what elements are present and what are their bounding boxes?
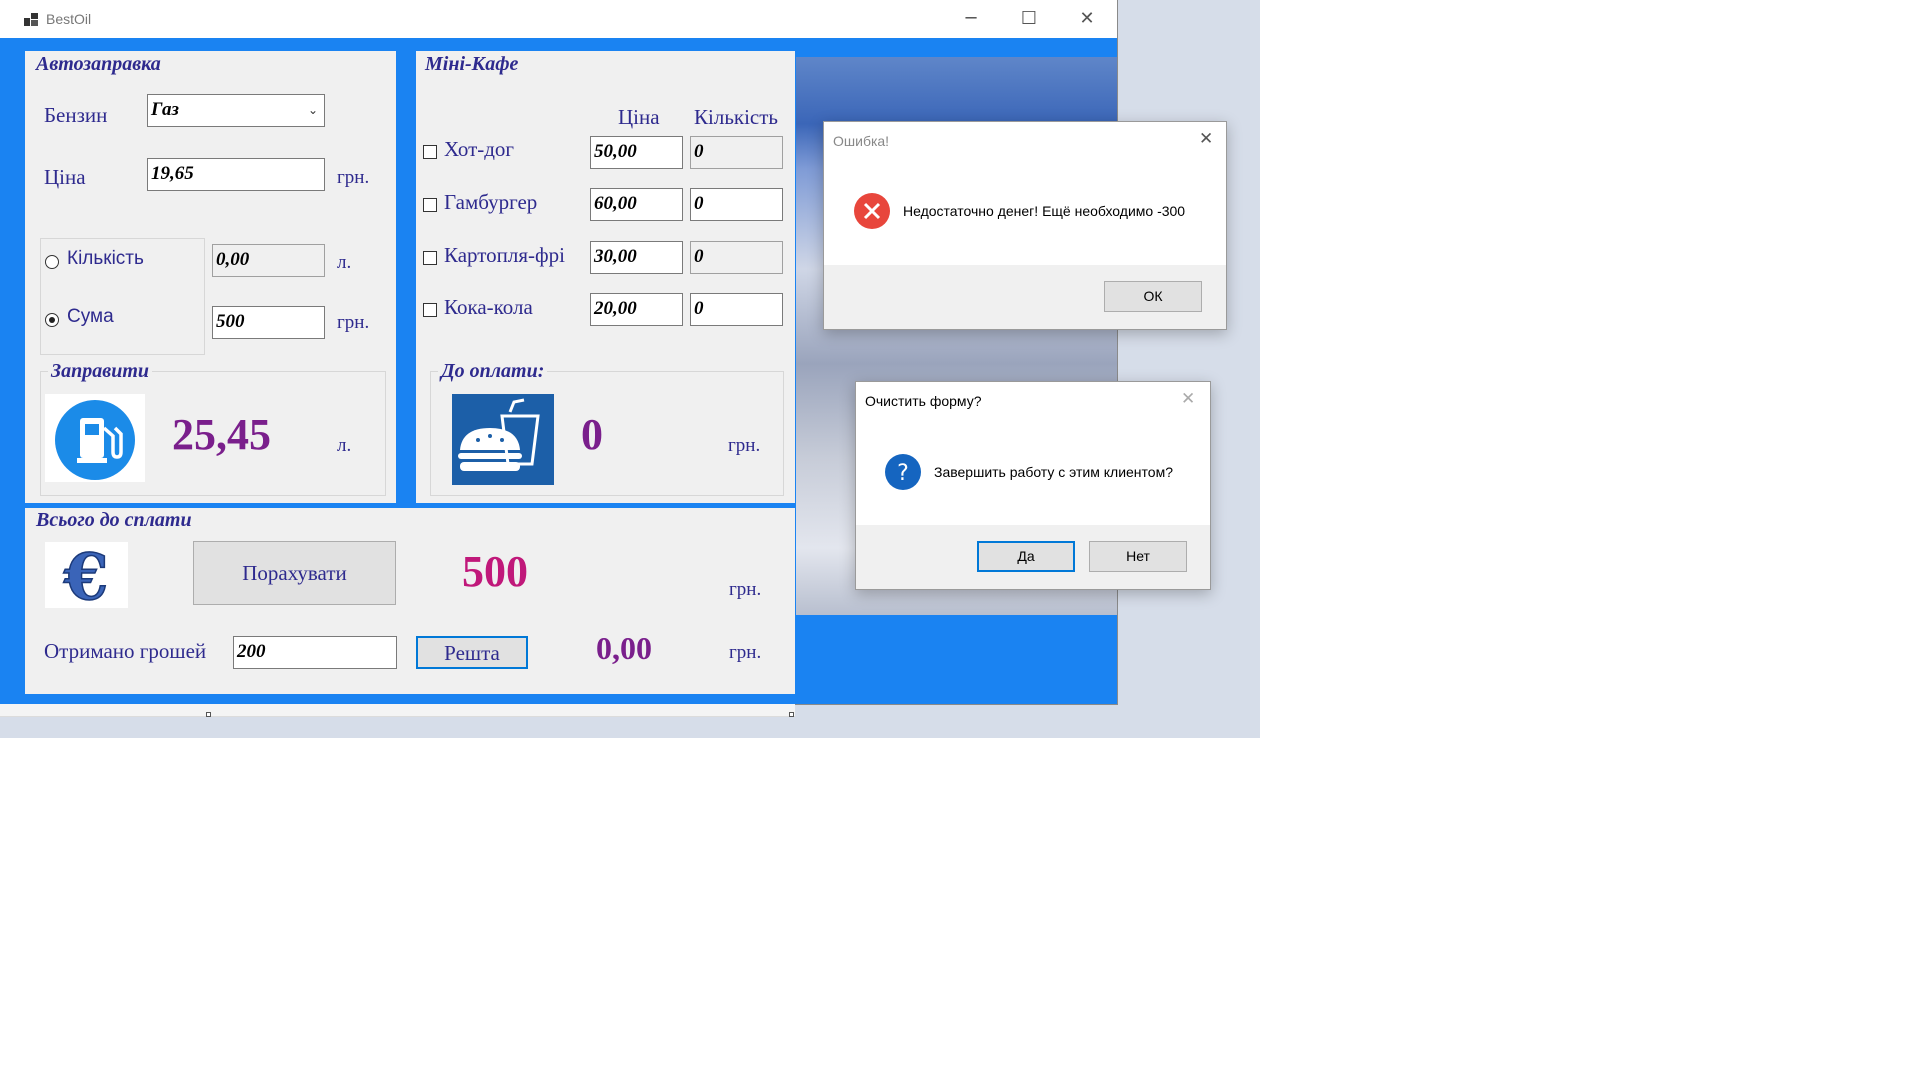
error-message: Недостаточно денег! Ещё необходимо -300 [903, 203, 1186, 219]
cafe-price-header: Ціна [618, 105, 660, 129]
close-icon[interactable]: ✕ [1181, 389, 1195, 409]
hotdog-label: Хот-дог [444, 137, 515, 161]
price-label: Ціна [44, 165, 86, 189]
designer-surface [0, 704, 795, 717]
confirm-message: Завершить работу с этим клиентом? [934, 464, 1173, 480]
confirm-dialog-title: Очистить форму? [865, 393, 982, 409]
fuel-pump-icon [45, 394, 145, 482]
title-bar: BestOil ─ ☐ ✕ [0, 0, 1117, 38]
fuel-type-selected: Газ [151, 99, 179, 120]
burger-checkbox[interactable] [423, 198, 437, 212]
fries-label: Картопля-фрі [444, 243, 565, 267]
sum-field[interactable]: 500 [212, 306, 325, 339]
price-unit: грн. [337, 167, 370, 188]
chevron-down-icon: ⌄ [307, 103, 318, 117]
burger-qty-field[interactable]: 0 [690, 188, 783, 221]
sum-radio[interactable] [45, 313, 59, 327]
sum-label: Сума [67, 306, 114, 327]
svg-text:?: ? [897, 461, 909, 486]
no-button[interactable]: Нет [1089, 541, 1187, 572]
total-group-title: Всього до сплати [33, 509, 195, 532]
close-icon[interactable]: ✕ [1199, 129, 1213, 149]
svg-text:€: € [63, 542, 109, 608]
refuel-unit: л. [337, 435, 352, 456]
resize-handle[interactable] [789, 712, 794, 717]
sum-unit: грн. [337, 312, 370, 333]
refuel-group-title: Заправити [48, 360, 153, 383]
hotdog-qty-field[interactable]: 0 [690, 136, 783, 169]
fuel-type-label: Бензин [44, 103, 108, 127]
total-unit: грн. [729, 579, 762, 600]
hotdog-price-field[interactable]: 50,00 [590, 136, 683, 169]
total-panel: Всього до сплати € Порахувати 500 грн. О… [25, 508, 795, 694]
error-dialog-title: Ошибка! [833, 133, 890, 149]
euro-icon: € [45, 539, 128, 616]
error-icon [853, 192, 891, 230]
cafe-payment-unit: грн. [728, 435, 761, 456]
cafe-payment-value: 0 [581, 410, 603, 459]
yes-button[interactable]: Да [977, 541, 1075, 572]
error-dialog: Ошибка! ✕ Недостаточно денег! Ещё необхо… [823, 121, 1227, 434]
cafe-payment-title: До оплати: [438, 360, 548, 383]
resize-handle[interactable] [206, 712, 211, 717]
quantity-label: Кількість [67, 248, 144, 269]
cola-price-field[interactable]: 20,00 [590, 293, 683, 326]
fries-price-field[interactable]: 30,00 [590, 241, 683, 274]
quantity-radio[interactable] [45, 255, 59, 269]
cafe-panel: Міні-Кафе Ціна Кількість Хот-дог 50,00 0… [416, 51, 795, 503]
quantity-unit: л. [337, 252, 352, 273]
fries-checkbox[interactable] [423, 251, 437, 265]
received-money-label: Отримано грошей [44, 639, 207, 663]
cola-qty-field[interactable]: 0 [690, 293, 783, 326]
window-title: BestOil [46, 11, 92, 27]
minimize-button[interactable]: ─ [942, 0, 1000, 38]
change-unit: грн. [729, 642, 762, 663]
question-icon: ? [884, 453, 922, 491]
cafe-group-title: Міні-Кафе [422, 53, 522, 76]
quantity-field[interactable]: 0,00 [212, 244, 325, 277]
fuel-group-title: Автозаправка [33, 53, 164, 76]
change-value: 0,00 [596, 630, 652, 666]
fast-food-icon [452, 394, 554, 485]
hotdog-checkbox[interactable] [423, 145, 437, 159]
ok-button[interactable]: ОК [1104, 281, 1202, 312]
close-button[interactable]: ✕ [1058, 0, 1116, 38]
burger-price-field[interactable]: 60,00 [590, 188, 683, 221]
price-field[interactable]: 19,65 [147, 158, 325, 191]
burger-label: Гамбургер [444, 190, 538, 214]
cafe-qty-header: Кількість [694, 105, 779, 129]
main-window: BestOil ─ ☐ ✕ Автозаправка Бензин Газ ⌄ … [0, 0, 1117, 704]
total-value: 500 [462, 547, 528, 596]
confirm-dialog: Очистить форму? ✕ ? Завершить работу с э… [855, 381, 1211, 590]
change-button[interactable]: Решта [416, 636, 528, 669]
cola-checkbox[interactable] [423, 303, 437, 317]
calculate-button[interactable]: Порахувати [193, 541, 396, 605]
maximize-button[interactable]: ☐ [1000, 0, 1058, 38]
cola-label: Кока-кола [444, 295, 533, 319]
fries-qty-field[interactable]: 0 [690, 241, 783, 274]
received-money-field[interactable]: 200 [233, 636, 397, 669]
fuel-panel: Автозаправка Бензин Газ ⌄ Ціна 19,65 грн… [25, 51, 396, 503]
app-icon [24, 13, 38, 26]
refuel-liters-value: 25,45 [172, 410, 271, 459]
fuel-type-select[interactable]: Газ ⌄ [147, 94, 325, 127]
